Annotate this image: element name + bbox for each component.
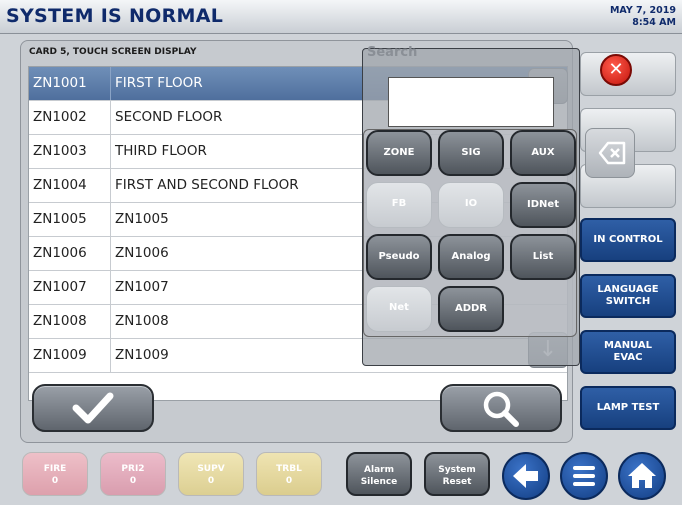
key-net: Net [366,286,432,332]
trbl-status-button[interactable]: TRBL 0 [256,452,322,496]
lamp-test-button[interactable]: LAMP TEST [580,386,676,430]
search-icon [483,391,519,427]
close-dialog-button[interactable]: ✕ [600,54,632,86]
back-button[interactable] [502,452,550,500]
home-icon [628,463,656,488]
search-title: Search [367,45,418,60]
date: MAY 7, 2019 [609,5,676,16]
close-icon: ✕ [608,59,624,80]
backspace-icon [598,141,626,165]
date-time: MAY 7, 2019 8:54 AM [610,5,676,29]
key-zone[interactable]: ZONE [366,130,432,176]
supv-status-button[interactable]: SUPV 0 [178,452,244,496]
menu-button[interactable] [560,452,608,500]
search-input[interactable] [388,77,554,127]
panel-title: CARD 5, TOUCH SCREEN DISPLAY [29,47,197,57]
time: 8:54 AM [632,17,676,28]
key-io: IO [438,182,504,228]
alarm-silence-button[interactable]: Alarm Silence [346,452,412,496]
header-bar: SYSTEM IS NORMAL MAY 7, 2019 8:54 AM [0,0,682,34]
search-keypad: ZONE SIG AUX FB IO IDNet Pseudo Analog L… [363,129,577,337]
key-idnet[interactable]: IDNet [510,182,576,228]
backspace-button[interactable] [585,128,635,178]
pri2-status-button[interactable]: PRI2 0 [100,452,166,496]
key-sig[interactable]: SIG [438,130,504,176]
system-status: SYSTEM IS NORMAL [6,5,224,27]
key-fb: FB [366,182,432,228]
check-icon [72,392,114,424]
home-button[interactable] [618,452,666,500]
back-arrow-icon [513,464,538,488]
fire-status-button[interactable]: FIRE 0 [22,452,88,496]
search-dialog: Search ZONE SIG AUX FB IO IDNet Pseudo A… [362,45,580,366]
key-pseudo[interactable]: Pseudo [366,234,432,280]
menu-icon [573,466,595,486]
confirm-button[interactable] [32,384,154,432]
search-button[interactable] [440,384,562,432]
in-control-button[interactable]: IN CONTROL [580,218,676,262]
key-aux[interactable]: AUX [510,130,576,176]
language-switch-button[interactable]: LANGUAGE SWITCH [580,274,676,318]
key-list[interactable]: List [510,234,576,280]
key-analog[interactable]: Analog [438,234,504,280]
manual-evac-button[interactable]: MANUAL EVAC [580,330,676,374]
system-reset-button[interactable]: System Reset [424,452,490,496]
key-addr[interactable]: ADDR [438,286,504,332]
